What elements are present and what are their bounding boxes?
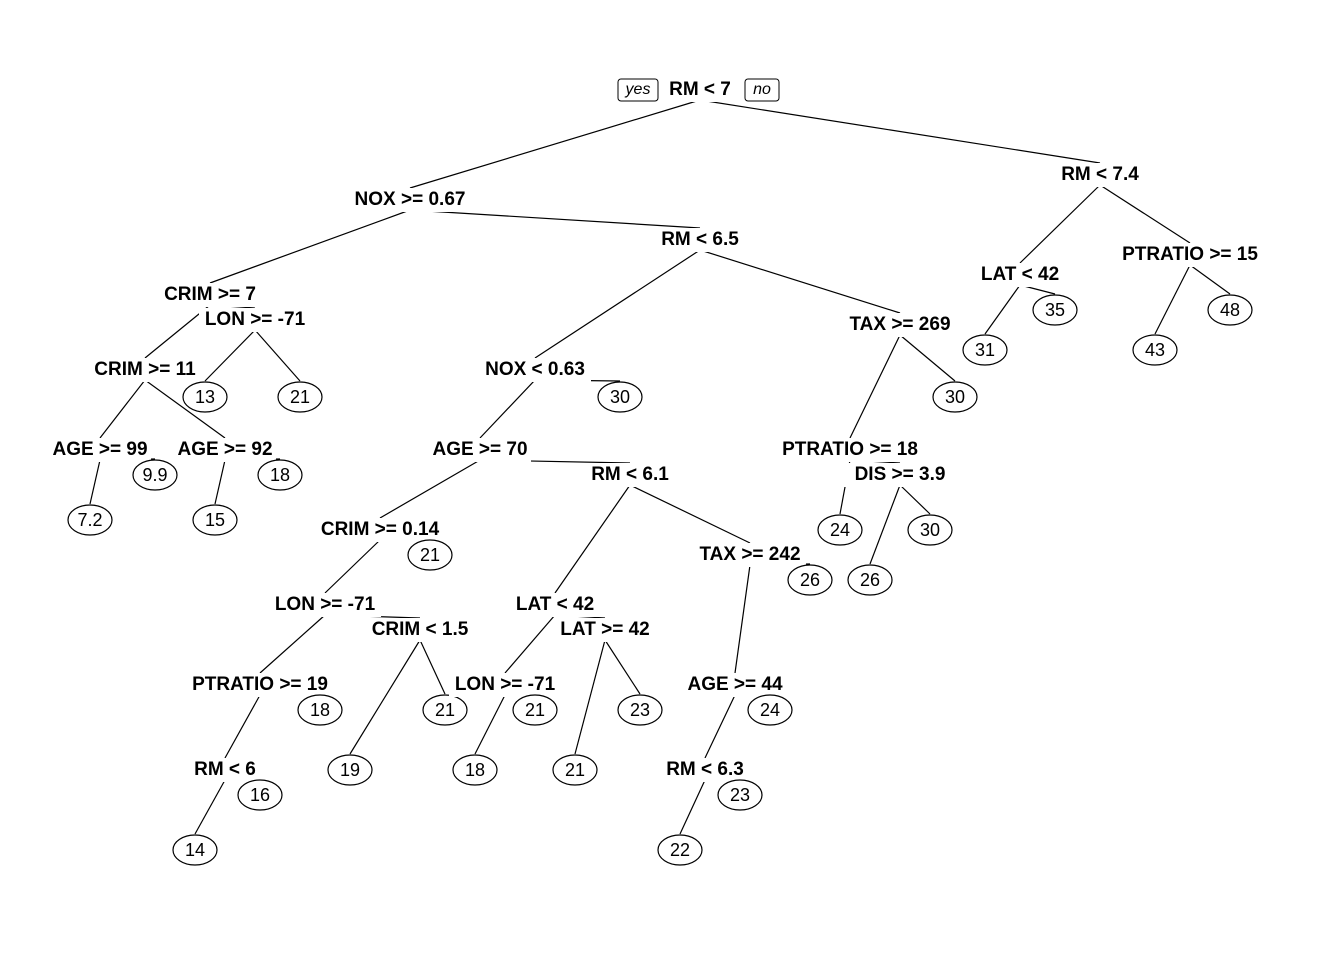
leaf-value: 23 [630, 700, 650, 720]
tree-edge [535, 250, 700, 358]
tree-edge [100, 380, 145, 438]
leaf-value: 30 [945, 387, 965, 407]
tree-edge [480, 380, 535, 438]
leaf-value: 18 [270, 465, 290, 485]
split-node: CRIM < 1.5 [372, 619, 469, 640]
tree-edge [325, 540, 380, 593]
leaf-value: 35 [1045, 300, 1065, 320]
split-node: RM < 7 [669, 79, 731, 100]
split-node: AGE >= 99 [52, 439, 147, 460]
leaf-value: 30 [610, 387, 630, 407]
leaf-value: 48 [1220, 300, 1240, 320]
tree-edge [475, 695, 505, 754]
tree-edge [850, 335, 900, 438]
tree-edge [505, 615, 555, 673]
leaf-value: 21 [435, 700, 455, 720]
tree-edge [900, 485, 930, 514]
tree-edge [195, 780, 225, 834]
leaf-value: 18 [465, 760, 485, 780]
tree-edge [1100, 185, 1190, 243]
split-node: RM < 7.4 [1061, 164, 1139, 185]
tree-edge [205, 330, 255, 381]
split-node: LON >= -71 [275, 594, 376, 615]
tree-edge [705, 695, 735, 758]
leaf-value: 9.9 [142, 465, 167, 485]
leaf-value: 21 [525, 700, 545, 720]
tree-edge [700, 100, 1100, 163]
tree-edge [420, 640, 445, 694]
tree-edge [350, 640, 420, 754]
tree-edge [870, 485, 900, 564]
leaf-value: 14 [185, 840, 205, 860]
split-node: RM < 6 [194, 759, 256, 780]
split-node: NOX < 0.63 [485, 359, 585, 380]
leaf-value: 16 [250, 785, 270, 805]
leaf-value: 23 [730, 785, 750, 805]
leaf-value: 19 [340, 760, 360, 780]
leaf-value: 7.2 [77, 510, 102, 530]
leaf-value: 43 [1145, 340, 1165, 360]
leaf-value: 15 [205, 510, 225, 530]
tree-edge [555, 485, 630, 593]
split-node: RM < 6.5 [661, 229, 739, 250]
split-node: LAT < 42 [981, 264, 1059, 285]
split-node: TAX >= 269 [849, 314, 950, 335]
split-node: PTRATIO >= 19 [192, 674, 328, 695]
tree-edge [1020, 185, 1100, 263]
split-node: AGE >= 44 [687, 674, 782, 695]
tree-edge [410, 100, 700, 188]
tree-edge [1190, 265, 1230, 294]
tree-edge [210, 210, 410, 283]
split-node: DIS >= 3.9 [855, 464, 946, 485]
leaf-value: 24 [760, 700, 780, 720]
leaf-value: 21 [420, 545, 440, 565]
split-node: CRIM >= 11 [94, 359, 196, 380]
tree-edge [1155, 265, 1190, 334]
split-node: RM < 6.1 [591, 464, 669, 485]
split-node: TAX >= 242 [699, 544, 800, 565]
split-node: PTRATIO >= 18 [782, 439, 918, 460]
tree-edge [575, 640, 605, 754]
tree-edge [605, 640, 640, 694]
tree-edge [90, 460, 100, 504]
tree-edge [380, 460, 480, 518]
decision-tree: RM < 7 NOX >= 0.67 CRIM >= 7 CRIM >= 11 AGE … [0, 0, 1344, 960]
tree-edge [900, 335, 955, 381]
tree-edge [260, 615, 325, 673]
leaf-value: 24 [830, 520, 850, 540]
tree-edge [225, 695, 260, 758]
tree-edge [630, 485, 750, 543]
split-node: CRIM >= 0.14 [321, 519, 440, 540]
split-node: CRIM >= 7 [164, 284, 256, 305]
leaf-value: 21 [565, 760, 585, 780]
leaf-value: 31 [975, 340, 995, 360]
tree-edge [255, 330, 300, 381]
split-node: AGE >= 70 [432, 439, 527, 460]
leaf-value: 26 [800, 570, 820, 590]
tree-edge [985, 285, 1020, 334]
tree-edge [215, 460, 225, 504]
tree-edge [700, 250, 900, 313]
split-node: LON >= -71 [205, 309, 306, 330]
leaf-value: 30 [920, 520, 940, 540]
split-node: AGE >= 92 [177, 439, 272, 460]
split-node: RM < 6.3 [666, 759, 744, 780]
tree-edge [735, 565, 750, 673]
split-node: LON >= -71 [455, 674, 556, 695]
split-node: LAT < 42 [516, 594, 594, 615]
no-label: no [753, 81, 771, 98]
split-node: LAT >= 42 [560, 619, 649, 640]
split-node: NOX >= 0.67 [355, 189, 466, 210]
split-node: PTRATIO >= 15 [1122, 244, 1258, 265]
tree-edge [410, 210, 700, 228]
leaf-value: 22 [670, 840, 690, 860]
leaf-value: 13 [195, 387, 215, 407]
leaf-value: 18 [310, 700, 330, 720]
yes-label: yes [625, 81, 651, 98]
leaf-value: 21 [290, 387, 310, 407]
leaf-value: 26 [860, 570, 880, 590]
tree-edge [680, 780, 705, 834]
